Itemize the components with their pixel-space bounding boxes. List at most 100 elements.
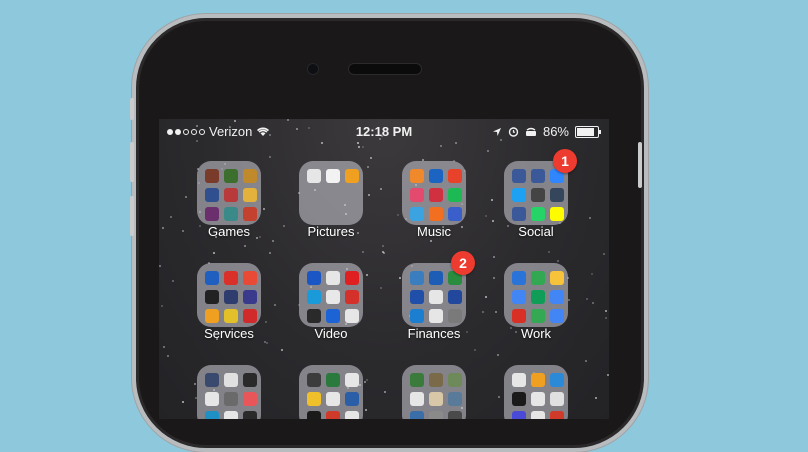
- folder-label: Games: [208, 224, 250, 239]
- folder-label: Music: [417, 224, 451, 239]
- star-dot: [181, 400, 184, 403]
- star-dot: [361, 250, 364, 253]
- folder-app-icon: [205, 309, 219, 323]
- folder-app-icon: [345, 169, 359, 183]
- battery-icon: [575, 125, 601, 138]
- folder-app-icon: [448, 207, 462, 221]
- folder-label: Social: [518, 224, 554, 239]
- folder-app-icon: [512, 169, 526, 183]
- folder-label: Video: [314, 326, 348, 341]
- star-dot: [368, 194, 371, 197]
- folder-app-icon: [448, 309, 462, 323]
- folder-app-icon: [410, 169, 424, 183]
- folder-app-icon: [224, 373, 238, 387]
- folder-app-icon: [307, 373, 321, 387]
- star-dot: [586, 297, 588, 300]
- folder-music[interactable]: [402, 161, 466, 225]
- star-dot: [357, 145, 360, 148]
- star-dot: [591, 301, 594, 304]
- folder-app-icon: [243, 373, 257, 387]
- star-dot: [264, 320, 267, 323]
- star-dot: [439, 144, 442, 147]
- folder-app-icon: [243, 169, 257, 183]
- folder-app-icon: [531, 271, 545, 285]
- star-dot: [365, 409, 368, 412]
- location-icon: [492, 127, 501, 136]
- folder-pictures[interactable]: [299, 161, 363, 225]
- folder-app-icon: [512, 271, 526, 285]
- volume-up-button: [130, 142, 134, 182]
- folder-row3-1[interactable]: [197, 365, 261, 419]
- star-dot: [320, 142, 323, 145]
- folder-app-icon: [550, 271, 564, 285]
- folder-app-icon: [326, 169, 340, 183]
- folder-app-icon: [326, 290, 340, 304]
- folder-app-icon: [205, 271, 219, 285]
- folder-app-icon: [448, 169, 462, 183]
- folder-row3-3[interactable]: [402, 365, 466, 419]
- mute-switch: [130, 98, 134, 120]
- folder-app-icon: [512, 309, 526, 323]
- earpiece-speaker: [348, 63, 422, 75]
- folder-work[interactable]: [504, 263, 568, 327]
- star-dot: [556, 260, 559, 263]
- folder-app-icon: [243, 309, 257, 323]
- star-dot: [491, 220, 494, 223]
- folder-app-icon: [326, 411, 340, 419]
- folder-app-icon: [550, 207, 564, 221]
- folder-app-icon: [326, 373, 340, 387]
- folder-label: Pictures: [307, 224, 355, 239]
- folder-app-icon: [550, 290, 564, 304]
- folder-row3-2[interactable]: [299, 365, 363, 419]
- folder-services[interactable]: [197, 263, 261, 327]
- star-dot: [604, 309, 607, 312]
- folder-app-icon: [243, 411, 257, 419]
- status-bar: Verizon 12:18 PM 86%: [159, 123, 609, 141]
- star-dot: [361, 146, 364, 149]
- star-dot: [484, 295, 487, 298]
- star-dot: [280, 349, 283, 351]
- star-dot: [379, 287, 382, 290]
- folder-app-icon: [243, 207, 257, 221]
- folder-row3-4[interactable]: [504, 365, 568, 419]
- folder-video[interactable]: [299, 263, 363, 327]
- folder-app-icon: [345, 373, 359, 387]
- folder-app-icon: [326, 271, 340, 285]
- folder-app-icon: [307, 169, 321, 183]
- star-dot: [398, 277, 401, 280]
- star-dot: [172, 280, 174, 282]
- star-dot: [602, 252, 605, 255]
- folder-app-icon: [326, 309, 340, 323]
- folder-games[interactable]: [197, 161, 261, 225]
- star-dot: [547, 251, 550, 254]
- folder-app-icon: [531, 411, 545, 419]
- star-dot: [383, 390, 386, 393]
- star-dot: [263, 341, 266, 343]
- star-dot: [430, 239, 433, 242]
- star-dot: [380, 188, 383, 190]
- folder-label: Finances: [407, 326, 461, 341]
- folder-app-icon: [550, 188, 564, 202]
- folder-app-icon: [205, 207, 219, 221]
- folder-app-icon: [410, 373, 424, 387]
- battery-percent: 86%: [542, 124, 569, 139]
- folder-app-icon: [307, 290, 321, 304]
- star-dot: [382, 244, 385, 247]
- folder-app-icon: [531, 290, 545, 304]
- folder-app-icon: [448, 373, 462, 387]
- folder-app-icon: [410, 411, 424, 419]
- star-dot: [269, 155, 272, 158]
- star-dot: [396, 213, 399, 216]
- star-dot: [594, 397, 597, 400]
- folder-app-icon: [205, 169, 219, 183]
- folder-app-icon: [205, 373, 219, 387]
- notification-badge: 2: [451, 251, 475, 275]
- star-dot: [184, 196, 187, 198]
- star-dot: [234, 119, 237, 122]
- folder-app-icon: [410, 271, 424, 285]
- star-dot: [366, 274, 368, 276]
- star-dot: [160, 304, 163, 307]
- star-dot: [454, 142, 457, 144]
- folder-app-icon: [243, 188, 257, 202]
- star-dot: [606, 373, 609, 376]
